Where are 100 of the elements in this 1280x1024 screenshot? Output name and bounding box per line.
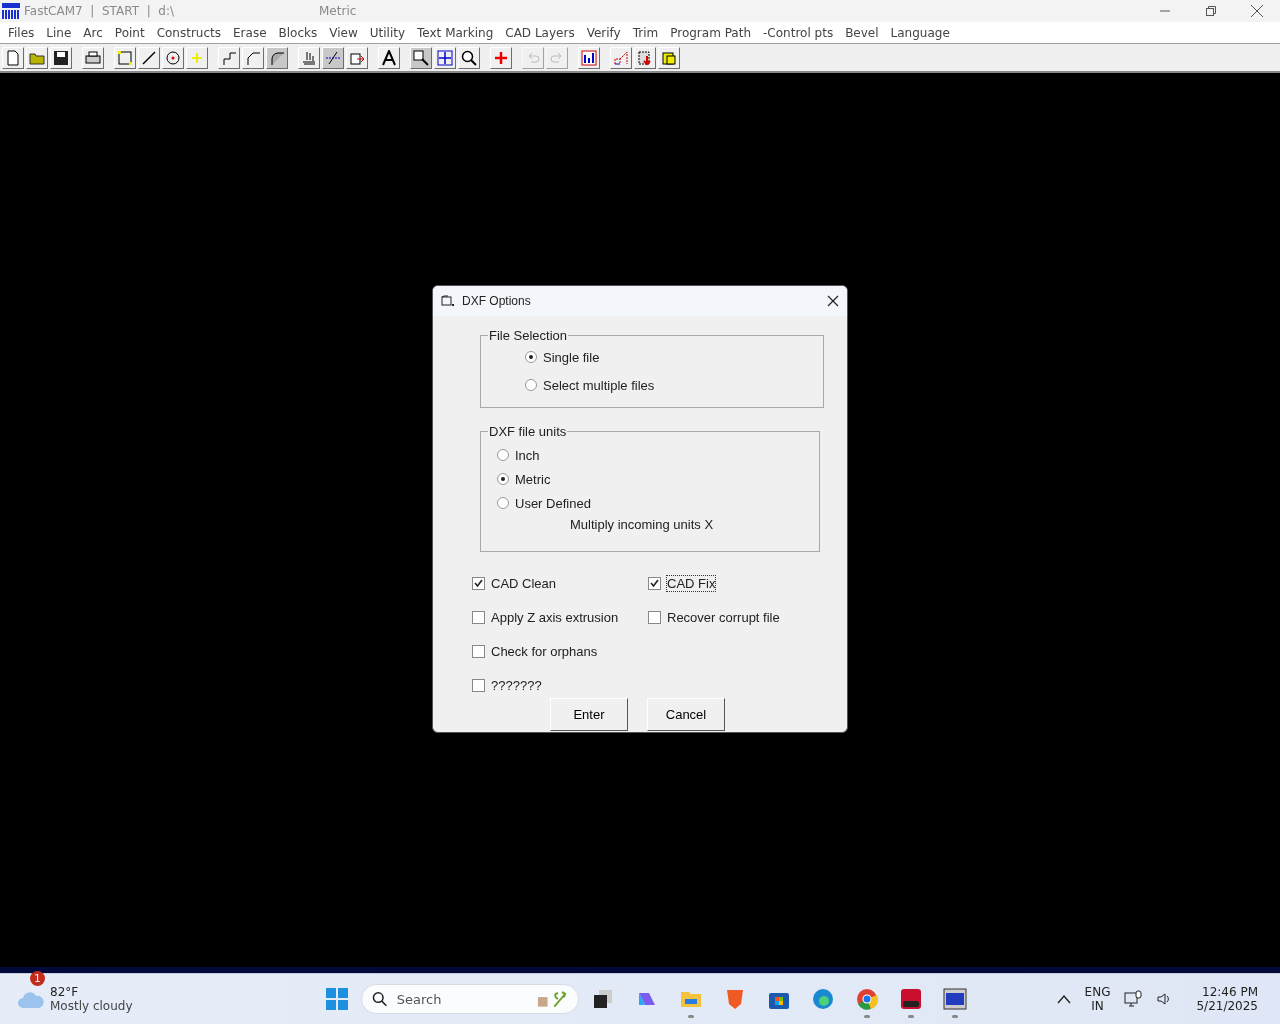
toolbar-button[interactable] — [658, 46, 680, 69]
cloud-icon — [18, 989, 44, 1009]
checkbox[interactable] — [472, 576, 485, 590]
checkbox-label: Recover corrupt file — [667, 609, 780, 625]
toolbar-button[interactable] — [434, 46, 456, 69]
window-title: FastCAM7 | START | d:\ — [24, 4, 174, 18]
radio-button[interactable] — [497, 473, 509, 485]
line-icon — [141, 49, 157, 66]
search-box[interactable]: Search — [360, 984, 579, 1014]
radio-button[interactable] — [497, 449, 509, 461]
radio-button[interactable] — [497, 497, 509, 509]
running-indicator — [687, 1015, 694, 1018]
menu-item[interactable]: Language — [884, 25, 956, 40]
radio-label: Inch — [515, 447, 540, 463]
move-arrows-icon — [437, 49, 453, 66]
toolbar-button[interactable] — [266, 46, 288, 69]
toolbar-button[interactable] — [82, 46, 104, 69]
menu-item[interactable]: Bevel — [839, 25, 885, 40]
zoom-icon — [413, 49, 429, 66]
toolbar-button[interactable] — [410, 46, 432, 69]
toolbar-button[interactable] — [162, 46, 184, 69]
hand-icon — [301, 49, 317, 66]
menu-item[interactable]: Program Path — [664, 25, 758, 40]
checkbox[interactable] — [472, 678, 485, 692]
printer-icon — [85, 49, 101, 66]
menu-item[interactable]: Arc — [77, 25, 109, 40]
search-field[interactable]: Search — [394, 990, 529, 1008]
fillet-icon — [269, 49, 285, 66]
multiply-label: Multiply incoming units X — [570, 517, 715, 532]
menu-item[interactable]: Erase — [227, 25, 273, 40]
circle-icon — [165, 49, 181, 66]
menu-item[interactable]: Text Marking — [411, 25, 500, 40]
menu-item[interactable]: Constructs — [150, 25, 228, 40]
radio-button[interactable] — [525, 379, 537, 391]
toolbar-button[interactable] — [138, 46, 160, 69]
app-window-icon — [942, 987, 967, 1011]
menu-item[interactable]: Point — [108, 25, 151, 40]
checkbox-label: CAD Fix — [667, 575, 716, 591]
group-label: DXF file units — [488, 424, 568, 439]
plus-icon — [493, 49, 509, 66]
checkbox-label: CAD Clean — [491, 575, 557, 591]
windows-start-icon — [324, 987, 349, 1011]
magnifier-icon — [461, 49, 477, 66]
new-file-icon — [5, 49, 21, 66]
checkbox-label: Check for orphans — [491, 643, 598, 659]
close-button[interactable] — [825, 293, 841, 309]
running-indicator — [951, 1015, 958, 1018]
line-cut-icon — [325, 49, 341, 66]
chevron-up-icon[interactable] — [1056, 994, 1071, 1004]
checkbox[interactable] — [472, 610, 485, 624]
language-indicator[interactable]: IN — [1091, 999, 1104, 1013]
network-icon[interactable] — [1124, 990, 1143, 1008]
step-line-icon — [221, 49, 237, 66]
wave-circle-icon — [810, 987, 835, 1011]
radio-button[interactable] — [525, 351, 537, 363]
clock-time[interactable]: 12:46 PM — [1202, 985, 1258, 999]
chart-icon — [581, 49, 597, 66]
checkbox[interactable] — [648, 610, 661, 624]
toolbar-button[interactable] — [50, 46, 72, 69]
dialog-button[interactable]: Cancel — [647, 698, 725, 731]
letter-icon — [381, 49, 397, 66]
running-indicator — [863, 1015, 870, 1018]
app-logo-icon — [2, 3, 20, 19]
menu-item[interactable]: Blocks — [272, 25, 324, 40]
radio-label: Select multiple files — [543, 377, 655, 393]
document-stack-icon — [661, 49, 677, 66]
clock-date[interactable]: 5/21/2025 — [1196, 999, 1258, 1013]
checkbox[interactable] — [648, 576, 661, 590]
window-icon — [441, 295, 455, 307]
temperature: 82°F — [50, 985, 80, 999]
download-icon — [637, 49, 653, 66]
checkbox-label: Apply Z axis extrusion — [491, 609, 619, 625]
path-icon — [613, 49, 629, 66]
search-icon — [371, 991, 387, 1007]
tea-leaf-icon — [536, 989, 568, 1009]
close-icon[interactable] — [1251, 5, 1263, 17]
weather-condition: Mostly cloudy — [50, 999, 133, 1013]
browser-circle-icon — [854, 987, 879, 1011]
menu-item[interactable]: Line — [40, 25, 78, 40]
group-label: File Selection — [488, 328, 569, 343]
menu-item[interactable]: Files — [2, 25, 41, 40]
menu-item[interactable]: CAD Layers — [499, 25, 581, 40]
toolbar-button[interactable] — [378, 46, 400, 69]
menu-item[interactable]: Trim — [626, 25, 665, 40]
dialog-button[interactable]: Enter — [550, 698, 628, 731]
dialog-title: DXF Options — [462, 294, 531, 308]
restore-icon[interactable] — [1206, 6, 1216, 16]
menu-item[interactable]: -Control pts — [757, 25, 840, 40]
checkbox[interactable] — [472, 644, 485, 658]
menu-item[interactable]: View — [323, 25, 364, 40]
cad-app-icon — [898, 987, 923, 1011]
rectangle-icon — [117, 49, 133, 66]
radio-label: Metric — [515, 471, 551, 487]
menu-item[interactable]: Utility — [363, 25, 412, 40]
notification-badge: 1 — [30, 971, 45, 986]
menu-item[interactable]: Verify — [580, 25, 627, 40]
toolbar-button[interactable] — [458, 46, 480, 69]
running-indicator — [907, 1015, 914, 1018]
language-indicator[interactable]: ENG — [1084, 985, 1111, 999]
toolbar-button[interactable] — [578, 46, 600, 69]
